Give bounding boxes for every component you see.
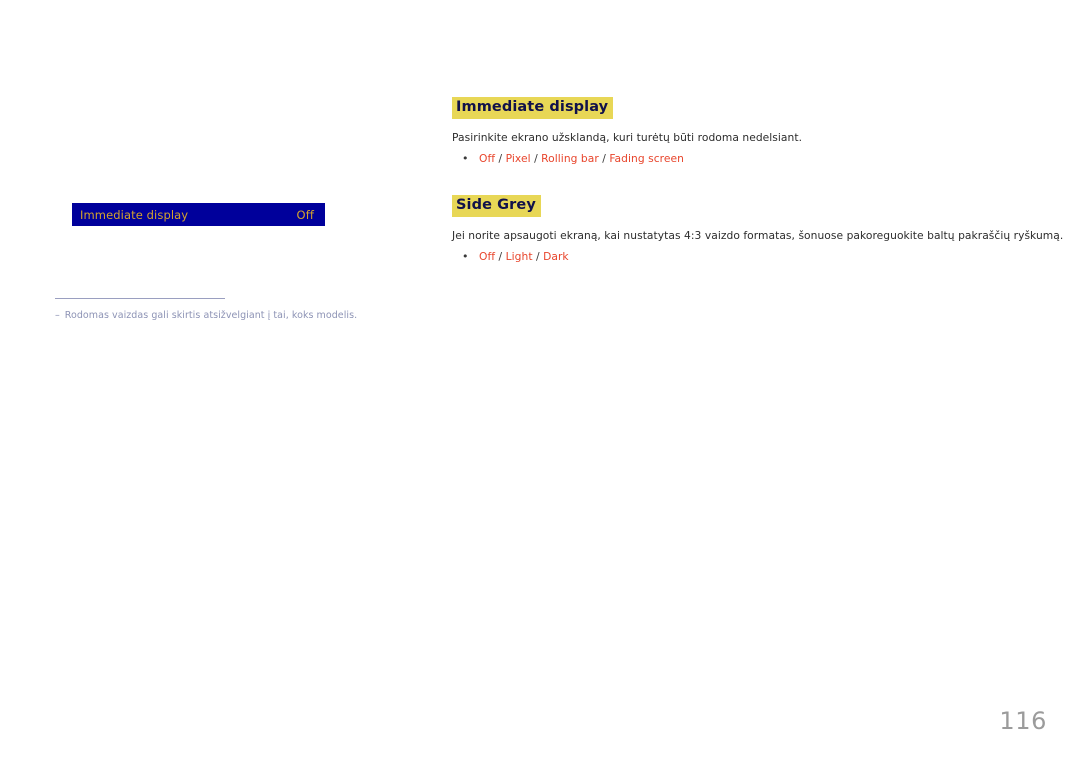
option-separator: / <box>532 250 544 263</box>
osd-menu-label: Immediate display <box>80 207 189 222</box>
option-values: Off / Pixel / Rolling bar / Fading scree… <box>479 152 684 166</box>
page-number: 116 <box>999 707 1047 735</box>
bullet-icon: • <box>462 152 469 165</box>
option-separator: / <box>530 152 542 165</box>
option-separator: / <box>598 152 610 165</box>
content-column: Immediate display Pasirinkite ekrano užs… <box>452 96 1064 264</box>
option-value: Light <box>505 250 533 263</box>
option-separator: / <box>495 152 506 165</box>
section-heading: Immediate display <box>452 97 614 119</box>
option-list-row: • Off / Pixel / Rolling bar / Fading scr… <box>452 152 1052 166</box>
osd-menu-row-immediate-display[interactable]: Immediate display Off <box>72 203 325 226</box>
footnote-text: Rodomas vaizdas gali skirtis atsižvelgia… <box>64 310 358 321</box>
section-side-grey: Side Grey Jei norite apsaugoti ekraną, k… <box>452 194 1064 264</box>
footnote-divider <box>55 298 225 299</box>
osd-menu-value: Off <box>296 207 314 222</box>
option-value: Off <box>479 250 496 263</box>
section-immediate-display: Immediate display Pasirinkite ekrano užs… <box>452 96 1052 166</box>
option-value: Rolling bar <box>541 152 599 165</box>
option-list-row: • Off / Light / Dark <box>452 250 1052 264</box>
section-heading: Side Grey <box>452 195 541 217</box>
option-value: Off <box>479 152 496 165</box>
option-value: Dark <box>543 250 569 263</box>
footnote-block: – Rodomas vaizdas gali skirtis atsižvelg… <box>55 298 385 322</box>
footnote-dash-marker: – <box>55 310 60 321</box>
footnote-item: – Rodomas vaizdas gali skirtis atsižvelg… <box>55 309 385 322</box>
option-values: Off / Light / Dark <box>479 250 569 264</box>
option-value: Fading screen <box>609 152 684 165</box>
section-description: Jei norite apsaugoti ekraną, kai nustaty… <box>452 229 1064 242</box>
section-description: Pasirinkite ekrano užsklandą, kuri turėt… <box>452 131 803 144</box>
option-value: Pixel <box>505 152 531 165</box>
option-separator: / <box>495 250 506 263</box>
bullet-icon: • <box>462 250 469 263</box>
